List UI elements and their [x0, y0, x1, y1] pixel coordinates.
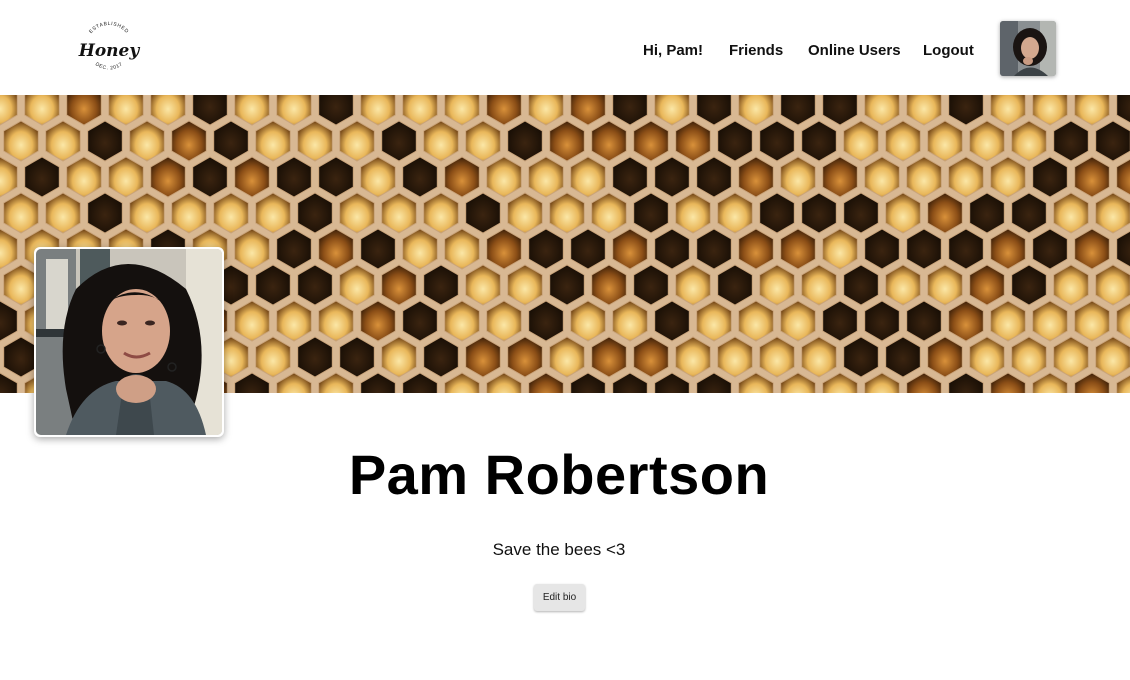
top-header: ESTABLISHED Honey DEC. 2017 Hi, Pam! Fri…: [0, 0, 1130, 95]
logo-bottom-text: DEC. 2017: [94, 61, 123, 71]
profile-bio: Save the bees <3: [492, 540, 626, 559]
nav-logout-link[interactable]: Logout: [923, 42, 974, 59]
nav-friends-link[interactable]: Friends: [729, 42, 783, 59]
user-avatar-icon[interactable]: [1000, 21, 1056, 76]
svg-text:ESTABLISHED: ESTABLISHED: [88, 21, 130, 35]
profile-name: Pam Robertson: [348, 443, 770, 506]
svg-text:DEC. 2017: DEC. 2017: [94, 61, 124, 71]
profile-photo[interactable]: [34, 247, 224, 437]
logo-top-text: ESTABLISHED: [88, 21, 129, 35]
logo-brand-text: Honey: [78, 41, 141, 61]
nav-online-users-link[interactable]: Online Users: [808, 42, 901, 59]
nav-greeting[interactable]: Hi, Pam!: [643, 42, 703, 59]
edit-bio-button[interactable]: Edit bio: [534, 584, 585, 611]
honey-logo[interactable]: ESTABLISHED Honey DEC. 2017: [76, 18, 142, 78]
